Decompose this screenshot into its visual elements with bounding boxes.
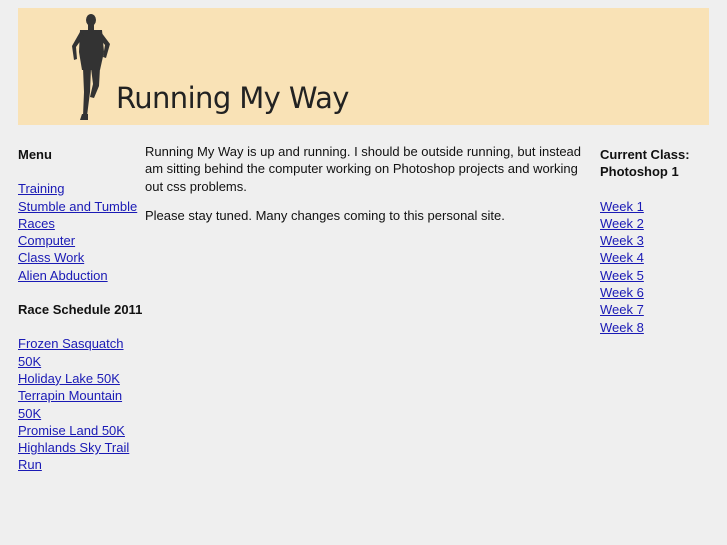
race-link-highlands-sky-trail[interactable]: Highlands Sky Trail Run xyxy=(18,440,129,472)
week-item: Week 8 xyxy=(600,319,710,336)
race-link-frozen-sasquatch[interactable]: Frozen Sasquatch 50K xyxy=(18,336,124,368)
week-link-8[interactable]: Week 8 xyxy=(600,320,644,335)
week-item: Week 2 xyxy=(600,215,710,232)
week-link-2[interactable]: Week 2 xyxy=(600,216,644,231)
race-link-holiday-lake[interactable]: Holiday Lake 50K xyxy=(18,371,120,386)
main-content: Running My Way is up and running. I shou… xyxy=(145,143,590,224)
notice-paragraph: Please stay tuned. Many changes coming t… xyxy=(145,207,505,223)
runner-logo-icon xyxy=(72,14,110,120)
week-item: Week 6 xyxy=(600,284,710,301)
week-link-7[interactable]: Week 7 xyxy=(600,302,644,317)
menu-link-races[interactable]: Races xyxy=(18,216,55,231)
menu-heading: Menu xyxy=(18,147,52,162)
week-item: Week 1 xyxy=(600,198,710,215)
menu-link-alien-abduction[interactable]: Alien Abduction xyxy=(18,268,108,283)
menu-link-stumble-and-tumble[interactable]: Stumble and Tumble xyxy=(18,199,137,214)
week-item: Week 5 xyxy=(600,267,710,284)
menu-link-computer[interactable]: Computer xyxy=(18,233,75,248)
site-banner: Running My Way xyxy=(18,8,709,125)
menu-item: Class Work xyxy=(18,249,144,266)
race-item: Holiday Lake 50K xyxy=(18,370,144,387)
week-item: Week 7 xyxy=(600,301,710,318)
menu-item: Alien Abduction xyxy=(18,267,144,284)
right-sidebar: Current Class: Photoshop 1 Week 1 Week 2… xyxy=(600,146,710,336)
menu-item: Training xyxy=(18,180,144,197)
race-item: Promise Land 50K xyxy=(18,422,144,439)
race-list: Frozen Sasquatch 50K Holiday Lake 50K Te… xyxy=(18,335,144,473)
week-item: Week 4 xyxy=(600,249,710,266)
week-link-3[interactable]: Week 3 xyxy=(600,233,644,248)
intro-paragraph: Running My Way is up and running. I shou… xyxy=(145,144,582,194)
week-list: Week 1 Week 2 Week 3 Week 4 Week 5 Week … xyxy=(600,198,710,336)
race-item: Frozen Sasquatch 50K xyxy=(18,335,144,370)
current-class-heading: Current Class: Photoshop 1 xyxy=(600,147,690,180)
race-schedule-heading: Race Schedule 2011 xyxy=(18,302,143,318)
week-item: Week 3 xyxy=(600,232,710,249)
menu-list: Training Stumble and Tumble Races Comput… xyxy=(18,180,144,284)
race-item: Terrapin Mountain 50K xyxy=(18,387,144,422)
race-item: Highlands Sky Trail Run xyxy=(18,439,144,474)
site-title: Running My Way xyxy=(116,81,349,115)
race-link-terrapin-mountain[interactable]: Terrapin Mountain 50K xyxy=(18,388,122,420)
menu-item: Computer xyxy=(18,232,144,249)
menu-item: Races xyxy=(18,215,144,232)
menu-link-class-work[interactable]: Class Work xyxy=(18,250,84,265)
menu-link-training[interactable]: Training xyxy=(18,181,64,196)
race-link-promise-land[interactable]: Promise Land 50K xyxy=(18,423,125,438)
week-link-1[interactable]: Week 1 xyxy=(600,199,644,214)
week-link-6[interactable]: Week 6 xyxy=(600,285,644,300)
menu-item: Stumble and Tumble xyxy=(18,198,144,215)
week-link-4[interactable]: Week 4 xyxy=(600,250,644,265)
week-link-5[interactable]: Week 5 xyxy=(600,268,644,283)
left-sidebar: Menu Training Stumble and Tumble Races C… xyxy=(18,146,144,474)
